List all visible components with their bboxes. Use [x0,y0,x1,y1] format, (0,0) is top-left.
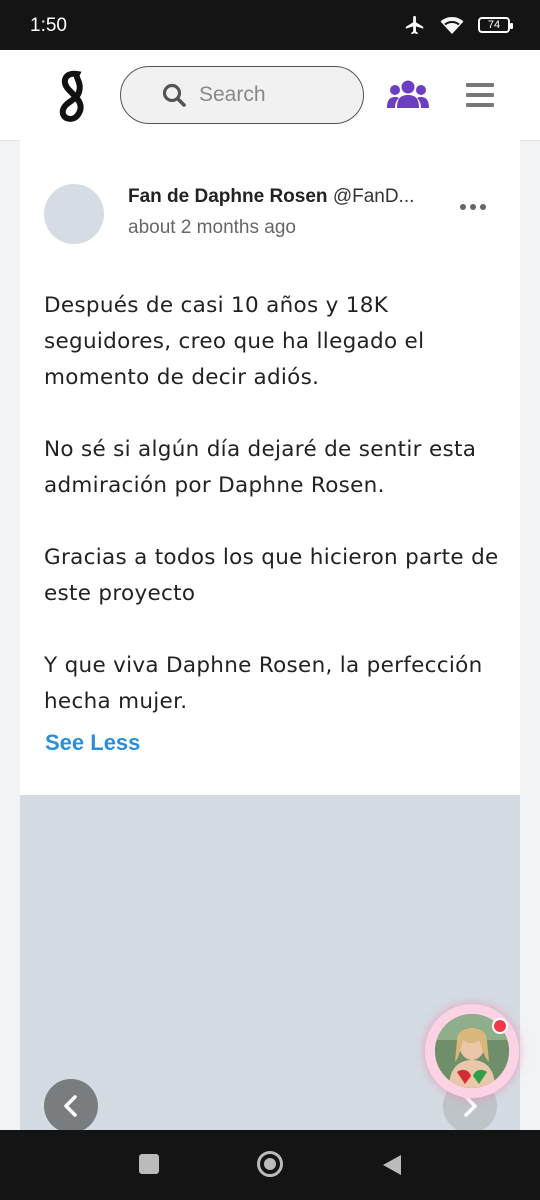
home-icon[interactable] [256,1150,284,1178]
story-bubble[interactable] [425,1004,519,1098]
search-bar[interactable] [120,66,364,124]
app-header [0,50,540,141]
see-less-link[interactable]: See Less [45,730,140,756]
status-time: 1:50 [30,15,67,36]
post-paragraph: Y que viva Daphne Rosen, la perfección h… [44,653,483,714]
battery-icon: 74 [478,17,513,33]
avatar[interactable] [44,184,104,244]
author-name[interactable]: Fan de Daphne Rosen [128,186,328,207]
back-icon[interactable] [381,1153,403,1177]
search-icon[interactable] [161,82,187,108]
post-body: Después de casi 10 años y 18K seguidores… [44,288,504,756]
author-handle[interactable]: @FanD... [333,186,415,207]
post-paragraph: Después de casi 10 años y 18K seguidores… [44,293,425,390]
post-timestamp: about 2 months ago [128,217,296,238]
wifi-icon [440,17,464,34]
post-author[interactable]: Fan de Daphne Rosen @FanD... [128,186,428,208]
media-prev-button[interactable] [44,1079,98,1133]
menu-icon[interactable] [466,83,494,107]
post-paragraph: No sé si algún día dejaré de sentir esta… [44,437,477,498]
search-input[interactable] [197,82,361,108]
status-icons: 74 [404,14,513,36]
groups-icon[interactable] [387,78,429,110]
post-card: Fan de Daphne Rosen @FanD... about 2 mon… [20,140,520,795]
notification-dot [492,1018,508,1034]
recents-icon[interactable] [139,1154,159,1174]
chevron-left-icon [64,1095,77,1117]
logo-icon[interactable] [55,70,91,122]
more-options-icon[interactable] [460,200,490,214]
post-paragraph: Gracias a todos los que hicieron parte d… [44,545,499,606]
system-navigation-bar [0,1130,540,1200]
status-bar: 1:50 74 [0,0,540,50]
airplane-mode-icon [405,15,424,35]
